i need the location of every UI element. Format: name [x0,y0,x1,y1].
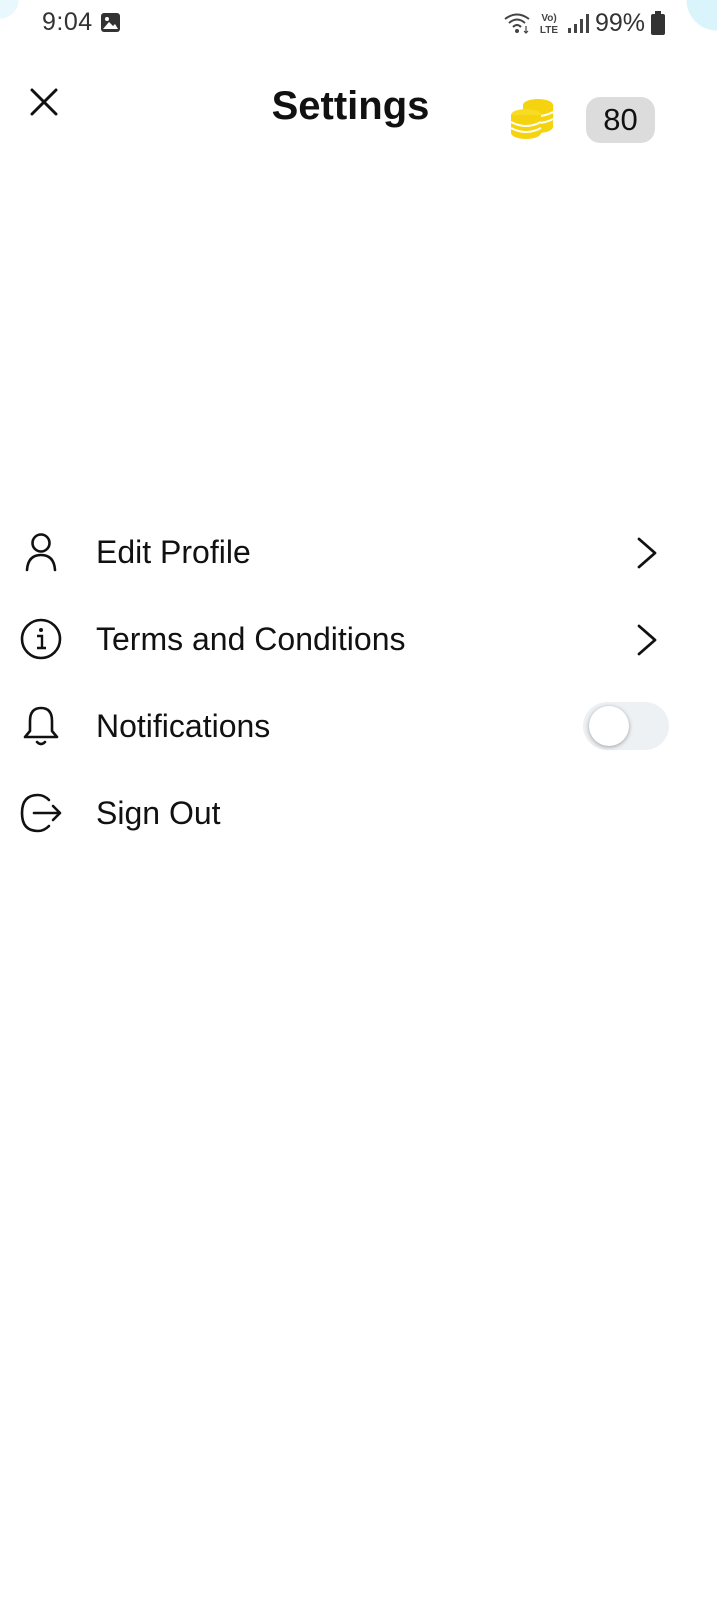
menu-item-sign-out[interactable]: Sign Out [0,769,717,856]
status-time: 9:04 [42,8,93,36]
chevron-right-icon [637,624,657,656]
user-icon [19,530,63,574]
settings-menu: Edit Profile Terms and Conditions Notifi… [0,508,717,856]
signal-icon [567,14,589,33]
bell-icon [19,704,63,748]
menu-item-edit-profile[interactable]: Edit Profile [0,508,717,595]
status-bar: 9:04 Vo) LTE 99% [0,0,717,46]
chevron-right-icon [637,537,657,569]
menu-item-label: Notifications [96,708,271,744]
volte-bottom-text: LTE [540,25,558,36]
page-title-text: Settings [271,84,430,128]
menu-item-notifications: Notifications [0,682,717,769]
sign-out-icon [19,791,63,835]
volte-top-text: Vo) [541,13,556,24]
status-icons: Vo) LTE 99% [503,8,665,38]
wifi-icon [504,13,530,34]
coins-icon[interactable] [508,96,556,140]
battery-percent: 99% [594,8,645,37]
menu-item-terms[interactable]: Terms and Conditions [0,595,717,682]
notifications-toggle[interactable] [583,702,669,750]
screen: 9:04 Vo) LTE 99% Settings 80 Edit Profil… [0,0,717,1600]
toggle-knob [589,706,629,746]
battery-icon [651,11,665,35]
gallery-icon [101,13,120,32]
menu-item-label: Sign Out [96,795,221,831]
info-icon [19,617,63,661]
volte-icon: Vo) LTE [540,13,558,36]
menu-item-label: Terms and Conditions [96,621,406,657]
menu-item-label: Edit Profile [96,534,251,570]
coin-count-badge: 80 [586,97,655,143]
